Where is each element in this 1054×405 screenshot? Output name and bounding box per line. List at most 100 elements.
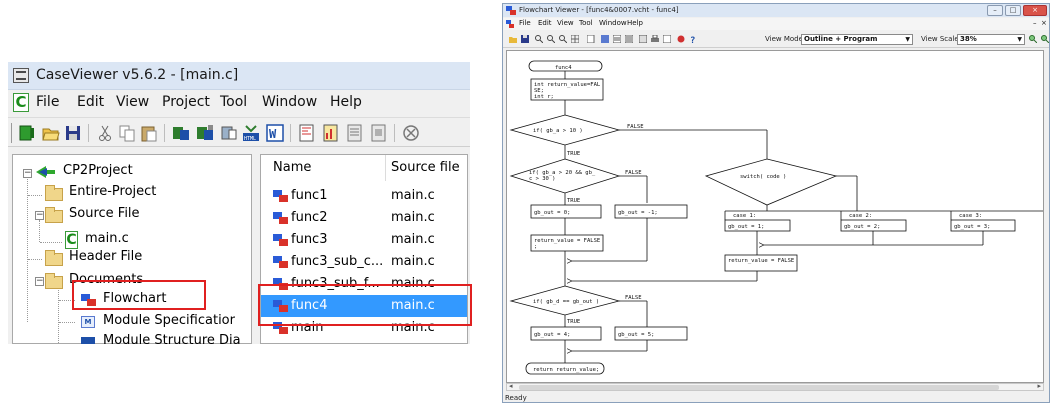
collapse-icon[interactable]: − — [23, 169, 32, 178]
case-out2-label: gb_out = 2; — [844, 224, 880, 230]
out0-label: gb_out = 0; — [534, 210, 570, 216]
cut-icon[interactable] — [96, 124, 114, 142]
tree-item-module-specification[interactable]: Module Specificatior — [103, 313, 235, 333]
report-icon[interactable] — [298, 124, 316, 142]
new-project-icon[interactable] — [18, 124, 36, 142]
zoom-out-icon[interactable] — [1041, 35, 1049, 43]
toolbar-separator — [394, 124, 395, 142]
tree-item-entire-project[interactable]: Entire-Project — [69, 184, 156, 204]
copy-icon[interactable] — [118, 124, 136, 142]
grid-icon[interactable] — [571, 35, 579, 43]
menu-bar: C File Edit View Project Tool Window Hel… — [8, 90, 470, 116]
menu-bar: File Edit View Tool Window Help – × — [503, 18, 1049, 30]
column-header-source[interactable]: Source file — [385, 155, 467, 181]
scroll-right-icon[interactable]: ▸ — [1037, 382, 1041, 390]
chart-icon[interactable] — [322, 124, 340, 142]
case3-label: case 3: — [959, 213, 982, 219]
page-icon[interactable] — [370, 124, 388, 142]
collapse-icon[interactable]: − — [35, 211, 44, 220]
flowchart-icon — [273, 233, 289, 247]
menu-file[interactable]: File — [36, 94, 59, 110]
list-row[interactable]: func3_sub_c... main.c — [261, 251, 467, 273]
minimize-button[interactable]: – — [987, 5, 1003, 16]
menu-view[interactable]: View — [116, 94, 149, 110]
menu-window[interactable]: Window — [599, 19, 627, 27]
word-icon[interactable]: W — [266, 124, 284, 142]
page-icon[interactable] — [587, 35, 595, 43]
view-scale-label: View Scale — [921, 35, 959, 43]
find-prev-icon[interactable] — [559, 35, 567, 43]
menu-help[interactable]: Help — [330, 94, 362, 110]
menu-project[interactable]: Project — [162, 94, 210, 110]
tree-item-source-file[interactable]: Source File — [69, 206, 140, 226]
column-header-name[interactable]: Name — [267, 155, 385, 181]
flowchart-diagram: func4 int return_value=FAL SE; int r; if… — [509, 60, 1043, 375]
horizontal-scrollbar[interactable]: ◂ ▸ — [506, 382, 1044, 391]
case-out1-label: gb_out = 1; — [728, 224, 764, 230]
html-icon[interactable]: HTML — [242, 124, 260, 142]
svg-text:W: W — [269, 127, 277, 141]
find-next-icon[interactable] — [547, 35, 555, 43]
stop-icon[interactable] — [402, 124, 420, 142]
open-folder-icon[interactable] — [509, 35, 517, 43]
detail-icon[interactable] — [625, 35, 633, 43]
collapse-icon[interactable]: − — [35, 277, 44, 286]
case-out3-label: gb_out = 3; — [954, 224, 990, 230]
title-bar: CaseViewer v5.6.2 - [main.c] — [8, 62, 470, 90]
menu-file[interactable]: File — [519, 19, 531, 27]
out4-label: gb_out = 4; — [534, 332, 570, 338]
c-file-icon[interactable]: C — [13, 93, 29, 112]
open-folder-icon[interactable] — [42, 124, 60, 142]
mdi-close-button[interactable]: × — [1041, 19, 1047, 27]
module-spec-icon: M — [81, 316, 95, 328]
tree-item-cp2project[interactable]: CP2Project — [63, 163, 133, 183]
zoom-in-icon[interactable] — [1029, 35, 1037, 43]
view-scale-select[interactable]: 38% ▼ — [957, 34, 1025, 45]
menu-edit[interactable]: Edit — [538, 19, 552, 27]
folder-icon — [45, 185, 63, 201]
preview-icon[interactable] — [663, 35, 671, 43]
out5-label: gb_out = 5; — [618, 332, 654, 338]
outline-icon[interactable] — [601, 35, 609, 43]
list-icon[interactable] — [346, 124, 364, 142]
analyze-icon[interactable] — [172, 124, 190, 142]
paste-icon[interactable] — [140, 124, 158, 142]
menu-help[interactable]: Help — [627, 19, 643, 27]
print-icon[interactable] — [651, 35, 659, 43]
menu-edit[interactable]: Edit — [77, 94, 104, 110]
menu-window[interactable]: Window — [262, 94, 317, 110]
list-row[interactable]: func2 main.c — [261, 207, 467, 229]
program-icon[interactable] — [613, 35, 621, 43]
document-icon[interactable] — [220, 124, 238, 142]
close-button[interactable]: × — [1023, 5, 1047, 16]
folder-open-icon — [45, 273, 63, 289]
scroll-thumb[interactable] — [519, 385, 999, 390]
list-row[interactable]: func3 main.c — [261, 229, 467, 251]
maximize-button[interactable]: □ — [1005, 5, 1021, 16]
tree-item-module-structure[interactable]: Module Structure Dia — [103, 333, 241, 344]
help-icon[interactable]: ? — [689, 35, 697, 43]
view-mode-select[interactable]: Outline + Program ▼ — [801, 34, 913, 45]
analyze-all-icon[interactable] — [196, 124, 214, 142]
save-icon[interactable] — [64, 124, 82, 142]
settings-icon[interactable] — [677, 35, 685, 43]
switch-diamond — [704, 158, 838, 206]
decl-line3: int r; — [534, 94, 554, 100]
save-icon[interactable] — [521, 35, 529, 43]
flowchart-canvas[interactable]: func4 int return_value=FAL SE; int r; if… — [506, 50, 1044, 383]
c-file-icon: C — [65, 231, 78, 249]
find-icon[interactable] — [535, 35, 543, 43]
menu-tool[interactable]: Tool — [220, 94, 247, 110]
mdi-minimize-button[interactable]: – — [1033, 19, 1037, 27]
end-label: return return_value; — [533, 367, 599, 373]
start-label: func4 — [555, 65, 572, 71]
tree-item-header-file[interactable]: Header File — [69, 249, 142, 269]
toolbar-separator — [164, 124, 165, 142]
scroll-left-icon[interactable]: ◂ — [509, 382, 513, 390]
tree-item-main-c[interactable]: main.c — [85, 231, 129, 251]
highlight-flowchart — [72, 280, 206, 310]
menu-view[interactable]: View — [557, 19, 574, 27]
list-row[interactable]: func1 main.c — [261, 185, 467, 207]
menu-tool[interactable]: Tool — [579, 19, 593, 27]
export-icon[interactable] — [639, 35, 647, 43]
